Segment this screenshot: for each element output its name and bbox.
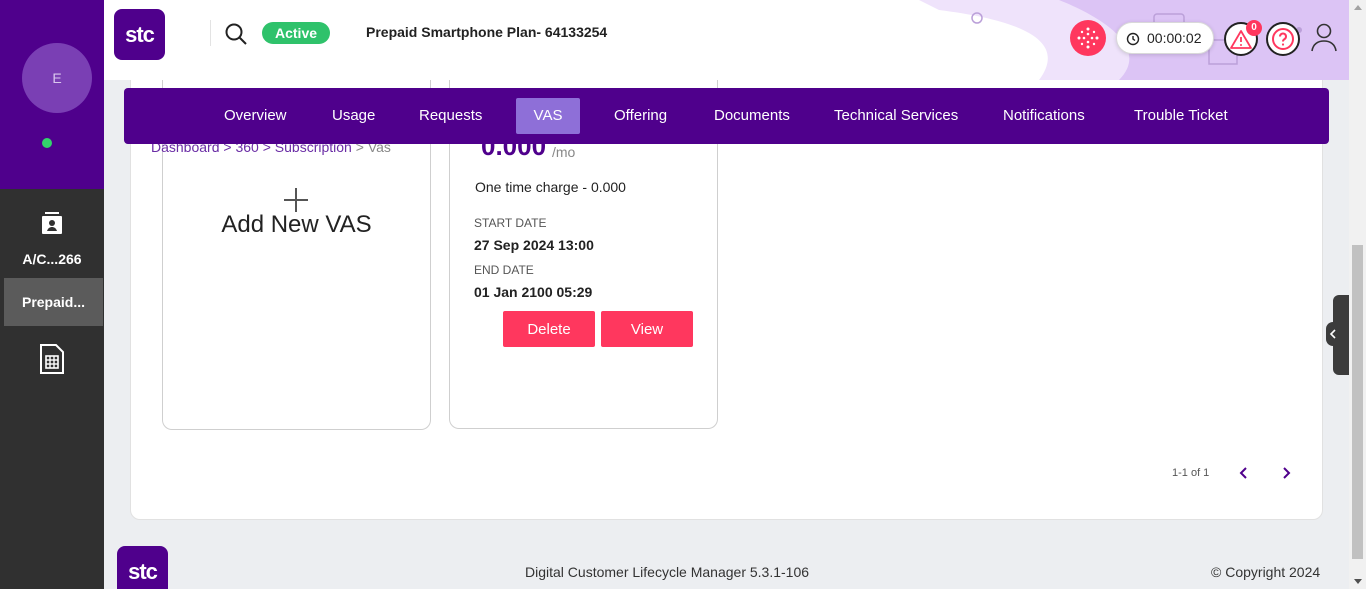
view-button[interactable]: View — [601, 311, 693, 347]
tab-usage[interactable]: Usage — [318, 98, 389, 134]
vertical-scrollbar[interactable] — [1349, 0, 1366, 589]
add-new-vas-label[interactable]: Add New VAS — [162, 211, 431, 239]
pagination-text: 1-1 of 1 — [1172, 467, 1210, 479]
help-button[interactable] — [1266, 22, 1300, 56]
tab-bar: Overview Usage Requests VAS Offering Doc… — [124, 88, 1329, 144]
left-rail: E A/C...266 Prepaid... — [0, 0, 104, 589]
sim-card-icon[interactable] — [38, 343, 66, 375]
tab-offering[interactable]: Offering — [600, 98, 681, 134]
help-icon — [1272, 28, 1294, 50]
side-panel-toggle[interactable] — [1326, 322, 1340, 346]
avatar[interactable]: E — [22, 43, 92, 113]
scroll-down-arrow[interactable] — [1354, 579, 1362, 584]
delete-button[interactable]: Delete — [503, 311, 595, 347]
start-date-label: START DATE — [474, 216, 547, 230]
tab-notifications[interactable]: Notifications — [989, 98, 1099, 134]
status-badge: Active — [262, 22, 331, 44]
rail-item-prepaid[interactable]: Prepaid... — [4, 278, 103, 326]
one-time-charge: One time charge - 0.000 — [475, 179, 626, 195]
tab-trouble-ticket[interactable]: Trouble Ticket — [1120, 98, 1242, 134]
plan-title: Prepaid Smartphone Plan- 64133254 — [366, 24, 608, 40]
user-profile-icon[interactable] — [1310, 22, 1338, 52]
tab-vas[interactable]: VAS — [516, 98, 580, 134]
tab-overview[interactable]: Overview — [210, 98, 301, 134]
rail-item-account[interactable]: A/C...266 — [0, 210, 104, 267]
chevron-left-icon — [1239, 467, 1247, 479]
online-status-dot — [42, 138, 52, 148]
alerts-button[interactable]: 0 — [1224, 20, 1262, 56]
end-date-label: END DATE — [474, 263, 534, 277]
plus-icon[interactable] — [283, 187, 309, 213]
rail-profile-area: E — [0, 0, 104, 189]
copyright-text: Copyright 2024 — [1225, 564, 1321, 580]
tab-technical-services[interactable]: Technical Services — [820, 98, 972, 134]
prev-page-button[interactable] — [1235, 464, 1253, 482]
session-timer[interactable]: 00:00:02 — [1116, 22, 1214, 54]
stc-logo[interactable]: stc — [114, 9, 165, 60]
dots-burst-icon — [1077, 27, 1099, 49]
account-card-icon — [42, 212, 62, 234]
chevron-right-icon — [1283, 467, 1291, 479]
top-header: stc Active Prepaid Smartphone Plan- 6413… — [104, 0, 1349, 80]
footer-copyright: © Copyright 2024 — [1211, 564, 1320, 580]
tab-documents[interactable]: Documents — [700, 98, 804, 134]
header-divider — [210, 20, 211, 46]
search-icon[interactable] — [224, 22, 248, 46]
chevron-left-icon — [1329, 329, 1336, 339]
timer-icon — [1126, 32, 1140, 46]
copyright-icon: © — [1211, 564, 1222, 580]
alerts-count-badge: 0 — [1246, 20, 1262, 36]
next-page-button[interactable] — [1277, 464, 1295, 482]
scrollbar-thumb[interactable] — [1352, 245, 1363, 559]
footer-stc-logo: stc — [117, 546, 168, 589]
avatar-initial: E — [52, 70, 62, 86]
vas-price-period: /mo — [552, 144, 576, 160]
rail-account-label: A/C...266 — [22, 251, 82, 267]
start-date-value: 27 Sep 2024 13:00 — [474, 237, 594, 253]
end-date-value: 01 Jan 2100 05:29 — [474, 284, 593, 300]
timer-value: 00:00:02 — [1147, 30, 1202, 46]
footer-version: Digital Customer Lifecycle Manager 5.3.1… — [525, 564, 810, 580]
quick-action-button[interactable] — [1070, 20, 1106, 56]
tab-requests[interactable]: Requests — [405, 98, 496, 134]
scroll-up-arrow[interactable] — [1354, 5, 1362, 10]
